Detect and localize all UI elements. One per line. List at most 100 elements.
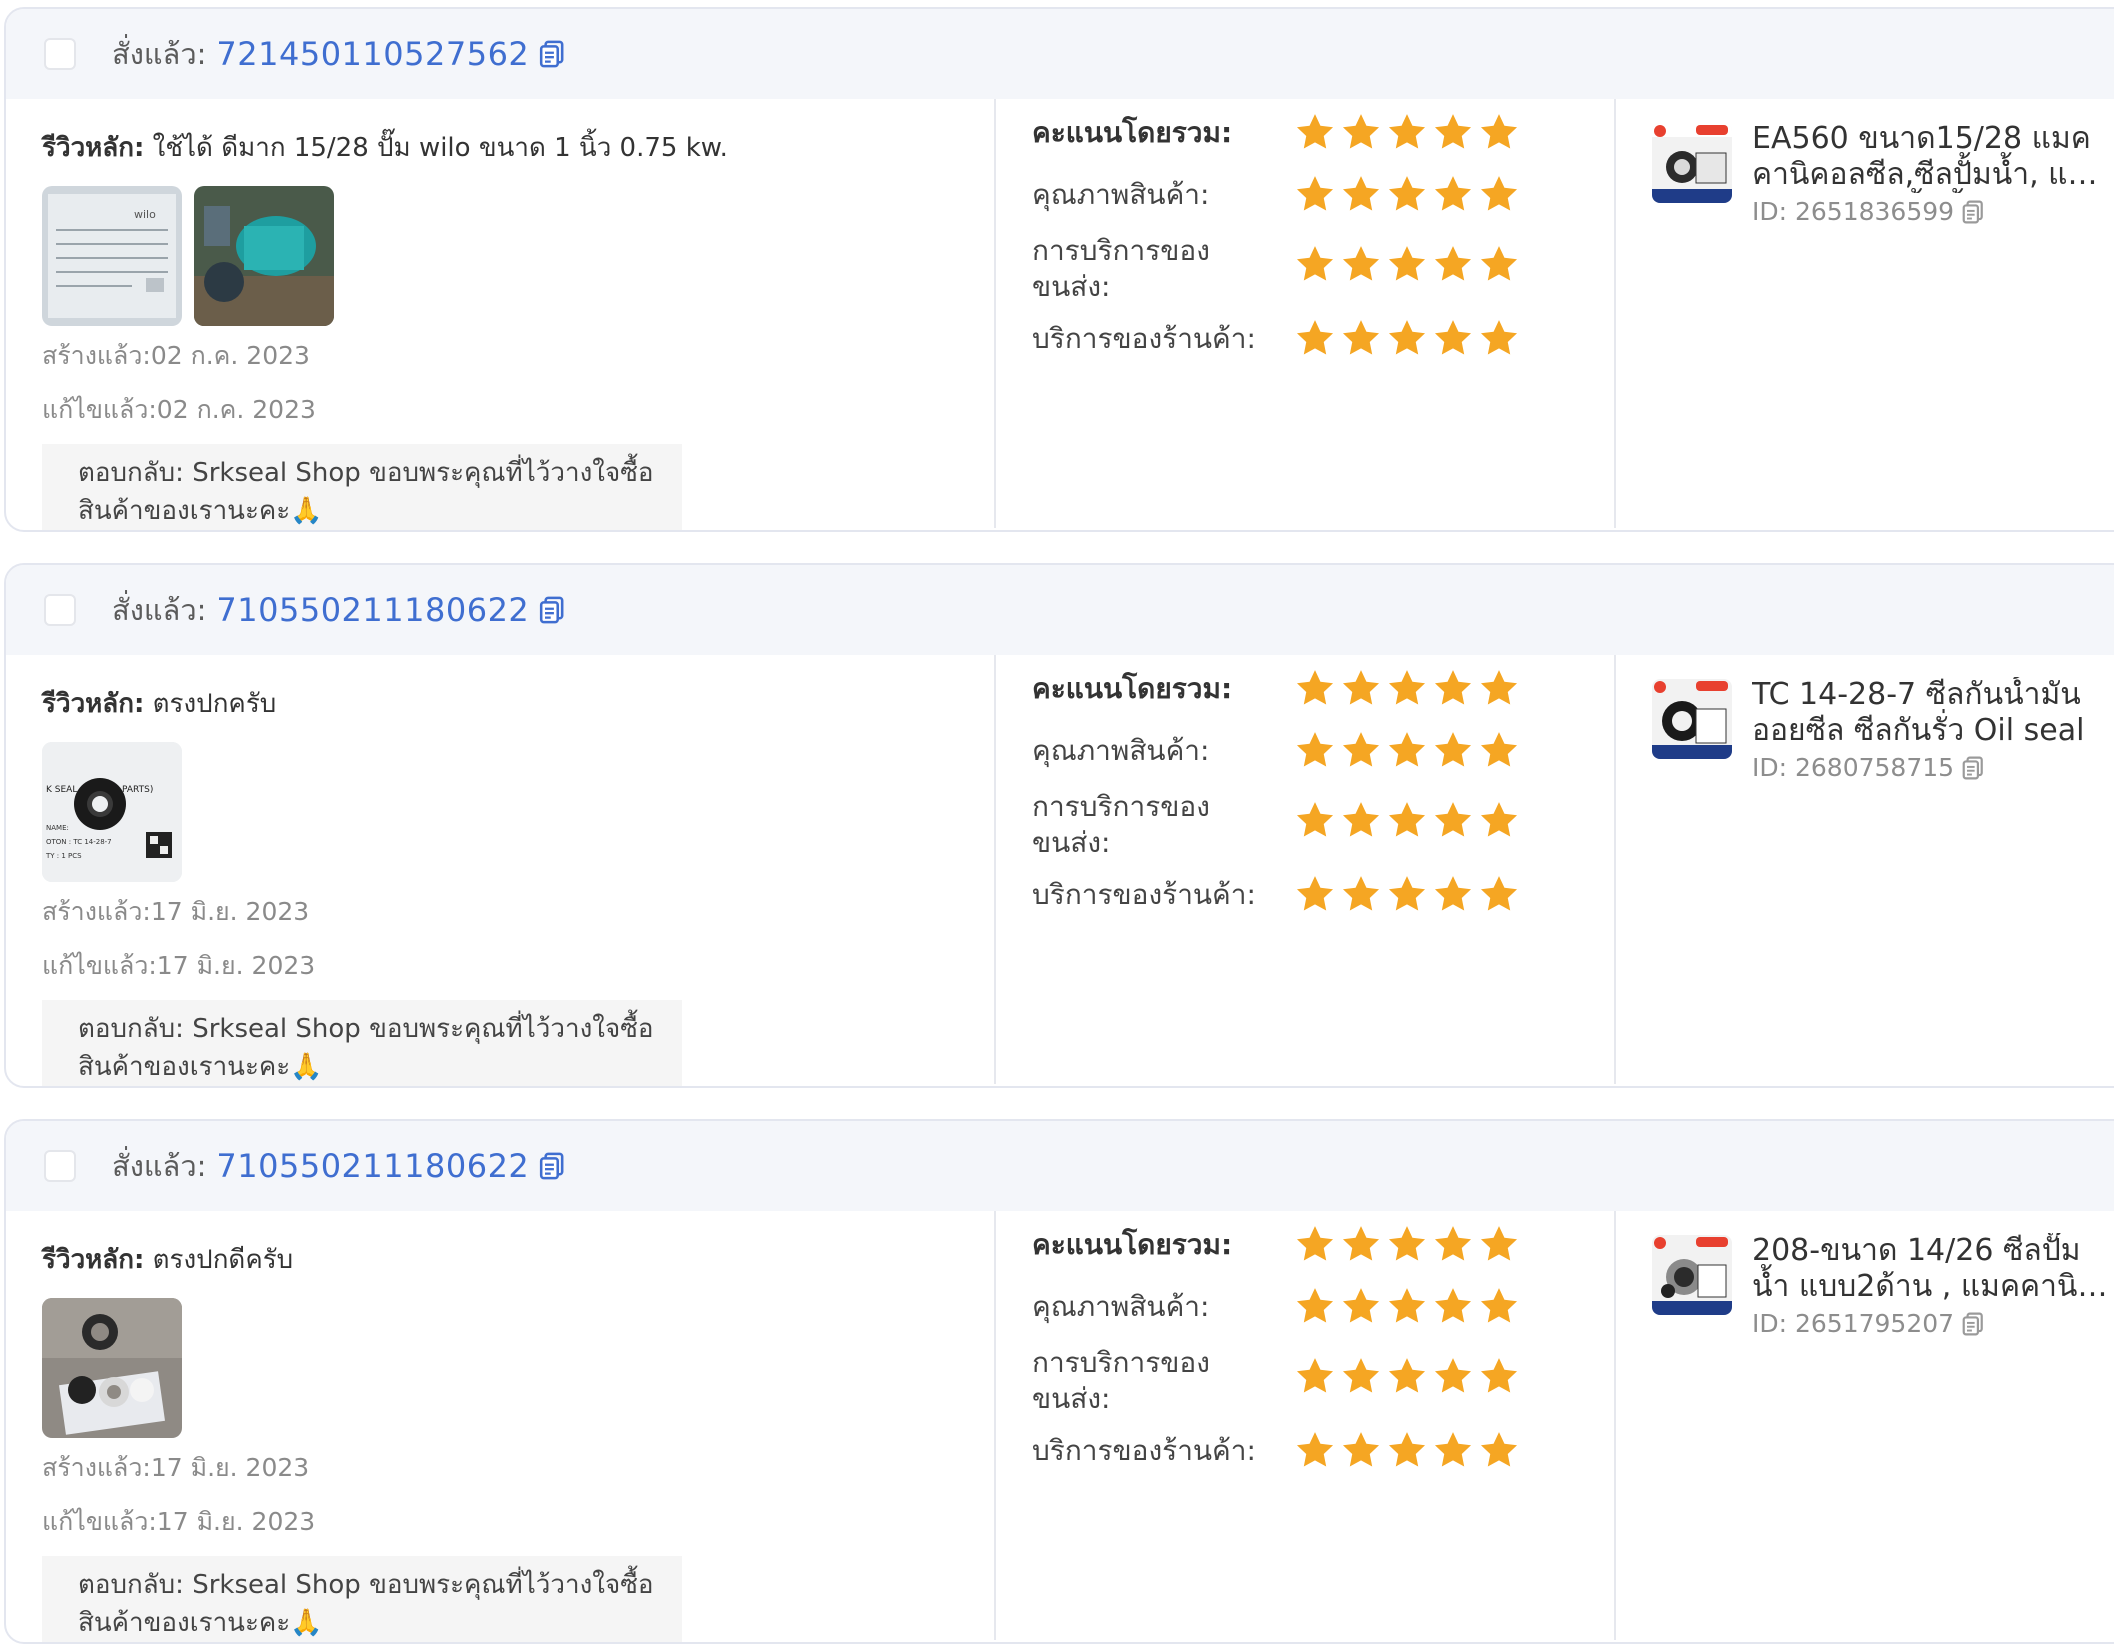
star-icon [1340,1429,1382,1471]
copy-icon[interactable] [539,596,565,624]
select-checkbox[interactable] [44,38,76,70]
product-column: 208-ขนาด 14/26 ซีลปั๊มน้ำ แบบ2ด้าน , แมค… [1616,1211,2114,1640]
star-icon [1478,1429,1520,1471]
ordered-label: สั่งแล้ว: [112,593,207,627]
star-icon [1478,1285,1520,1327]
reply-text: ตอบกลับ: Srkseal Shop ขอบพระคุณที่ไว้วาง… [78,458,654,526]
ordered-label: สั่งแล้ว: [112,37,207,71]
rating-quality: คุณภาพสินค้า: [1032,1288,1518,1325]
svg-text:wilo: wilo [134,208,156,221]
seller-reply: ตอบกลับ: Srkseal Shop ขอบพระคุณที่ไว้วาง… [42,444,682,530]
product-title[interactable]: 208-ขนาด 14/26 ซีลปั๊มน้ำ แบบ2ด้าน , แมค… [1752,1233,2112,1305]
product-id-text: ID: 2651836599 [1752,197,1955,226]
star-icon [1386,111,1428,153]
product-id: ID: 2651836599 [1752,197,1984,226]
star-rating [1294,1355,1520,1397]
star-icon [1340,1355,1382,1397]
rating-label: คะแนนโดยรวม: [1032,116,1233,149]
rating-label: คุณภาพสินค้า: [1032,734,1210,767]
star-icon [1478,243,1520,285]
review-photo[interactable] [42,1298,182,1438]
review-photo[interactable] [194,186,334,326]
product-thumbnail[interactable] [1652,1235,1732,1315]
star-rating [1294,111,1520,153]
card-header: สั่งแล้ว: 721450110527562 [6,9,2114,99]
review-list: สั่งแล้ว: 721450110527562 รีวิวหลัก: ใช้ได… [0,0,2114,1644]
star-icon [1386,799,1428,841]
star-icon [1294,873,1336,915]
main-review: รีวิวหลัก: ตรงปกครับ [42,683,994,724]
review-photos [42,1298,994,1438]
star-rating [1294,243,1520,285]
star-icon [1432,1429,1474,1471]
product-title[interactable]: EA560 ขนาด15/28 แมคคานิคอลซีล,ซีลปั้มน้ำ… [1752,121,2112,193]
rating-overall: คะแนนโดยรวม: [1032,1226,1518,1263]
product-id-text: ID: 2651795207 [1752,1309,1955,1338]
star-icon [1294,667,1336,709]
svg-text:PARTS): PARTS) [122,785,153,795]
svg-text:TY : 1 PCS: TY : 1 PCS [45,852,82,860]
product-column: TC 14-28-7 ซีลกันน้ำมัน ออยซีล ซีลกันรั่… [1616,655,2114,1084]
product-title[interactable]: TC 14-28-7 ซีลกันน้ำมัน ออยซีล ซีลกันรั่… [1752,677,2112,749]
rating-label: การบริการของขนส่ง: [1032,790,1210,859]
copy-icon[interactable] [1962,200,1984,224]
star-icon [1432,243,1474,285]
copy-icon[interactable] [539,40,565,68]
star-icon [1478,799,1520,841]
card-body: รีวิวหลัก: ตรงปกดีครับ สร้างแล้ว:17 มิ.ย.… [6,1211,2114,1642]
ratings-column: คะแนนโดยรวม: คุณภาพสินค้า: การบริการของขนส… [996,99,1616,528]
product-thumbnail[interactable] [1652,679,1732,759]
star-rating [1294,1285,1520,1327]
rating-overall: คะแนนโดยรวม: [1032,670,1518,707]
star-icon [1340,317,1382,359]
card-header: สั่งแล้ว: 710550211180622 [6,565,2114,655]
review-photo[interactable]: wilo [42,186,182,326]
rating-seller: บริการของร้านค้า: [1032,1432,1518,1469]
star-rating [1294,799,1520,841]
rating-quality: คุณภาพสินค้า: [1032,732,1518,769]
created-date: สร้างแล้ว:02 ก.ค. 2023 [42,341,310,370]
rating-label: การบริการของขนส่ง: [1032,234,1210,303]
star-icon [1386,873,1428,915]
copy-icon[interactable] [1962,1312,1984,1336]
edited-date: แก้ไขแล้ว:02 ก.ค. 2023 [42,395,316,424]
order-id-link[interactable]: 710550211180622 [216,591,529,629]
rating-overall: คะแนนโดยรวม: [1032,114,1518,151]
star-icon [1294,1285,1336,1327]
star-icon [1432,873,1474,915]
star-rating [1294,1223,1520,1265]
rating-label: บริการของร้านค้า: [1032,322,1256,355]
copy-icon[interactable] [539,1152,565,1180]
star-icon [1478,1223,1520,1265]
select-checkbox[interactable] [44,594,76,626]
star-icon [1432,667,1474,709]
star-rating [1294,873,1520,915]
rating-shipping: การบริการของขนส่ง: [1032,1345,1518,1417]
star-icon [1340,111,1382,153]
rating-label: คะแนนโดยรวม: [1032,672,1233,705]
review-text: ตรงปกดีครับ [152,1245,294,1275]
review-photo[interactable]: K SEAL PARTS) NAME: OTON : TC 14-28-7 TY : 1… [42,742,182,882]
order-id-link[interactable]: 710550211180622 [216,1147,529,1185]
star-icon [1340,173,1382,215]
pray-hands-icon: 🙏 [290,496,323,526]
product-column: EA560 ขนาด15/28 แมคคานิคอลซีล,ซีลปั้มน้ำ… [1616,99,2114,528]
review-card: สั่งแล้ว: 710550211180622 รีวิวหลัก: ตรงปก… [4,563,2114,1088]
card-header: สั่งแล้ว: 710550211180622 [6,1121,2114,1211]
review-card: สั่งแล้ว: 710550211180622 รีวิวหลัก: ตรงปก… [4,1119,2114,1644]
review-text: ตรงปกครับ [152,689,277,719]
ratings-column: คะแนนโดยรวม: คุณภาพสินค้า: การบริการของขนส… [996,655,1616,1084]
star-icon [1294,317,1336,359]
rating-label: บริการของร้านค้า: [1032,878,1256,911]
select-checkbox[interactable] [44,1150,76,1182]
copy-icon[interactable] [1962,756,1984,780]
order-id-link[interactable]: 721450110527562 [216,35,529,73]
rating-label: คะแนนโดยรวม: [1032,1228,1233,1261]
review-card: สั่งแล้ว: 721450110527562 รีวิวหลัก: ใช้ได… [4,7,2114,532]
star-icon [1432,1355,1474,1397]
star-icon [1294,111,1336,153]
rating-shipping: การบริการของขนส่ง: [1032,789,1518,861]
rating-label: การบริการของขนส่ง: [1032,1346,1210,1415]
star-icon [1432,317,1474,359]
product-thumbnail[interactable] [1652,123,1732,203]
